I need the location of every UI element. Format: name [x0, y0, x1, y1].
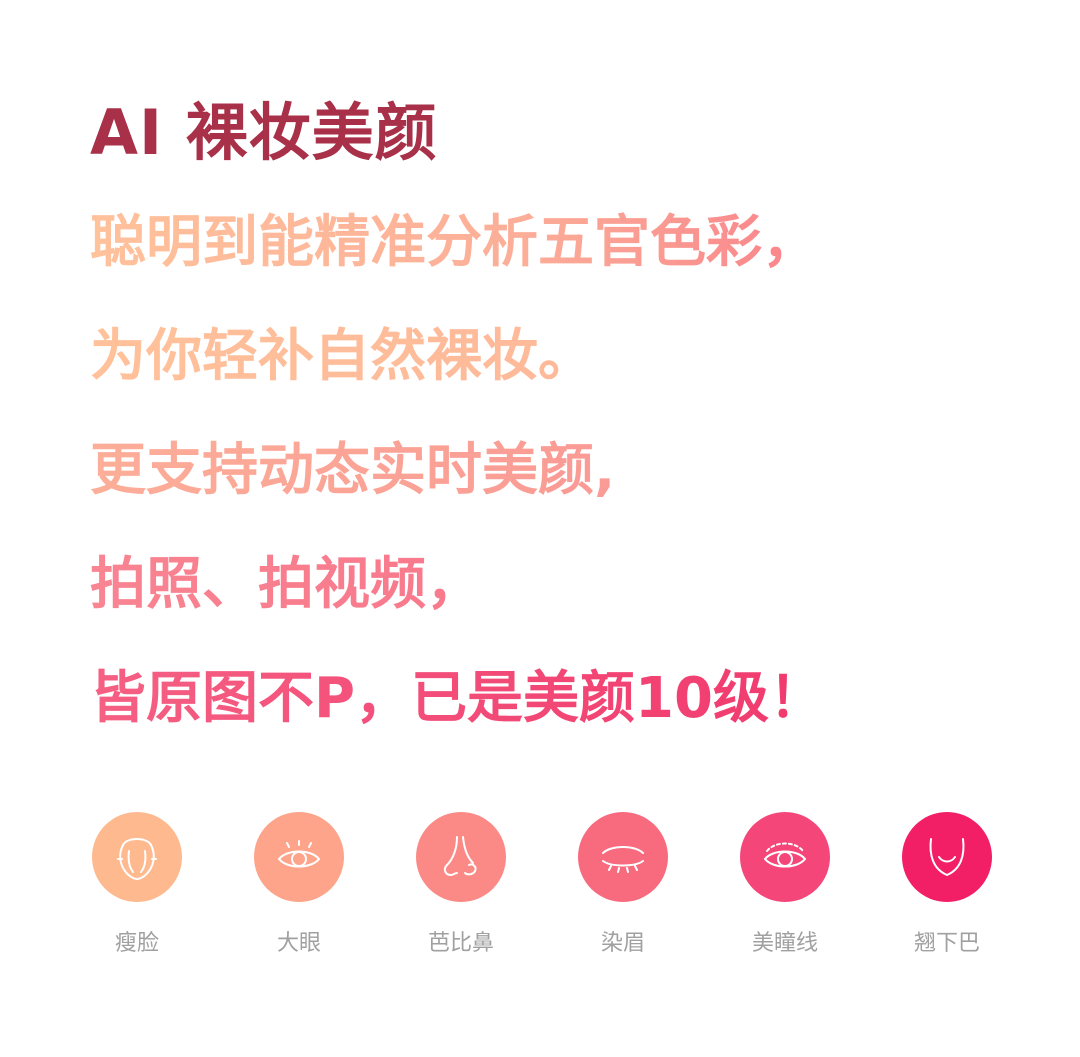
feature-circle: [92, 812, 182, 902]
feature-label: 大眼: [276, 931, 321, 956]
tagline-line-5: 皆原图不P，已是美颜10级！: [90, 659, 1050, 739]
closed-eye-icon: [602, 846, 644, 873]
feature-label: 染眉: [600, 931, 645, 956]
feature-barbie-nose[interactable]: 芭比鼻: [401, 812, 521, 958]
feature-label: 翘下巴: [913, 931, 980, 956]
feature-chin-lift[interactable]: 翘下巴: [887, 812, 1007, 958]
feature-circle: [254, 812, 344, 902]
feature-slim-face[interactable]: 瘦脸: [77, 812, 197, 958]
headline: AI 裸妆美颜: [90, 96, 438, 169]
feature-circle: [740, 812, 830, 902]
feature-label: 芭比鼻: [427, 931, 494, 956]
feature-brow-dye[interactable]: 染眉: [563, 812, 683, 958]
tagline-block: 聪明到能精准分析五官色彩， 为你轻补自然裸妆。 更支持动态实时美颜, 拍照、拍视…: [90, 203, 1050, 773]
tagline-line-4: 拍照、拍视频，: [90, 545, 1050, 625]
feature-label: 美瞳线: [751, 931, 818, 956]
face-outline-icon: [117, 838, 157, 881]
nose-icon: [443, 836, 477, 877]
feature-circle: [416, 812, 506, 902]
feature-label: 瘦脸: [114, 931, 159, 956]
tagline-line-2: 为你轻补自然裸妆。: [90, 317, 1050, 397]
feature-big-eyes[interactable]: 大眼: [239, 812, 359, 958]
feature-circle: [578, 812, 668, 902]
eyeliner-icon: [763, 842, 807, 868]
tagline-line-1: 聪明到能精准分析五官色彩，: [90, 203, 1050, 283]
eye-icon: [277, 840, 321, 868]
feature-list: 瘦脸 大眼 芭比鼻 染眉 美瞳线 翘下巴: [92, 812, 992, 972]
chin-icon: [929, 838, 965, 877]
tagline-line-3: 更支持动态实时美颜,: [90, 431, 1050, 511]
feature-circle: [902, 812, 992, 902]
feature-eyeliner[interactable]: 美瞳线: [725, 812, 845, 958]
